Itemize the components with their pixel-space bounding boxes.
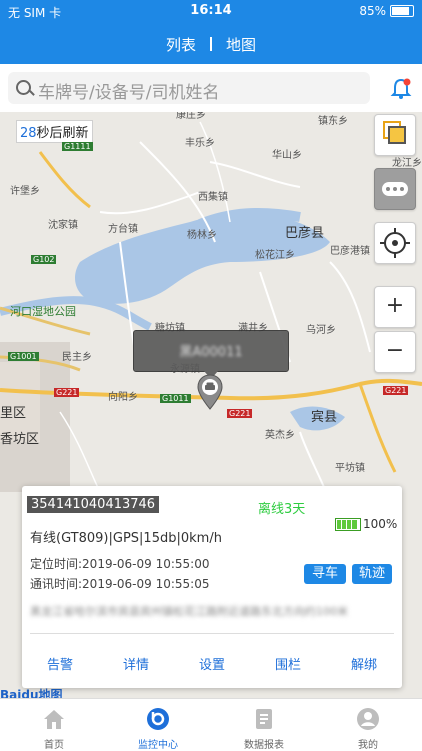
more-button[interactable]: [374, 168, 416, 210]
track-button[interactable]: 轨迹: [352, 564, 392, 584]
device-info: 有线(GT809)|GPS|15db|0km/h: [30, 531, 222, 546]
tab-mine[interactable]: 我的: [326, 699, 410, 751]
status-bar: 无 SIM 卡 16:14 85%: [0, 0, 422, 22]
profile-icon: [357, 708, 379, 730]
map-label: 巴彦县: [285, 226, 325, 241]
map-label: 里区: [0, 406, 27, 421]
map-label: 向阳乡: [108, 392, 138, 403]
layers-button[interactable]: [374, 114, 416, 156]
fence-button[interactable]: 围栏: [275, 654, 301, 673]
map-label: 香坊区: [0, 432, 40, 447]
locate-time: 定位时间:2019-06-09 10:55:00: [30, 557, 210, 571]
road-shield: G102: [31, 255, 57, 264]
find-car-button[interactable]: 寻车: [304, 564, 346, 584]
status-right: 85%: [359, 4, 414, 18]
nav-bar: 列表 地图: [0, 22, 422, 64]
battery-level: 100%: [363, 517, 398, 531]
map-label: 英杰乡: [265, 430, 295, 441]
plus-icon: +: [385, 293, 405, 318]
map-label: 杨林乡: [187, 230, 217, 241]
device-imei: 354141040413746: [27, 496, 160, 513]
tab-label: 监控中心: [138, 740, 178, 751]
crosshair-icon: [380, 228, 410, 258]
divider: [30, 633, 394, 634]
road-shield: G221: [227, 409, 253, 418]
vehicle-info-card: 354141040413746 离线3天 有线(GT809)|GPS|15db|…: [22, 486, 402, 688]
map-label: 平坊镇: [335, 463, 365, 474]
vehicle-tooltip[interactable]: 黑A00011: [133, 330, 289, 379]
map-label: 巴彦港镇: [330, 246, 370, 257]
map-label: 西集镇: [198, 192, 228, 203]
details-button[interactable]: 详情: [123, 654, 149, 673]
tab-home[interactable]: 首页: [12, 699, 96, 751]
settings-button[interactable]: 设置: [199, 654, 225, 673]
tab-divider: [210, 37, 212, 51]
battery-level-icon: [335, 518, 361, 531]
map-label: 松花江乡: [255, 250, 295, 261]
map-label: 民主乡: [62, 352, 92, 363]
refresh-seconds: 28: [20, 126, 37, 141]
map-label: 康庄乡: [176, 112, 206, 121]
tab-bar: 首页 监控中心 数据报表 我的: [0, 698, 422, 751]
search-row: 车牌号/设备号/司机姓名: [0, 64, 422, 113]
road-shield: G221: [383, 386, 409, 395]
layers-icon: [383, 121, 406, 144]
address: 黑龙江省哈尔滨市宾县宾州镇松花江路附近道路东北方向约100米: [30, 605, 348, 618]
report-icon: [256, 709, 272, 729]
comm-time: 通讯时间:2019-06-09 10:55:05: [30, 577, 210, 591]
map-label: 许堡乡: [10, 186, 40, 197]
map-label: 镇东乡: [318, 116, 348, 127]
road-shield: G1111: [62, 142, 93, 151]
minus-icon: −: [385, 338, 405, 363]
more-icon: [382, 182, 408, 196]
search-icon: [16, 80, 31, 95]
locate-button[interactable]: [374, 222, 416, 264]
battery-icon: [390, 5, 414, 17]
tab-label: 首页: [44, 740, 64, 751]
vehicle-plate: 黑A00011: [179, 345, 243, 360]
search-input[interactable]: 车牌号/设备号/司机姓名: [8, 72, 370, 104]
map-label: 华山乡: [272, 150, 302, 161]
tab-monitor[interactable]: 监控中心: [116, 699, 200, 751]
map-label: 宾县: [311, 410, 338, 425]
battery-percent: 85%: [359, 4, 386, 18]
tab-map[interactable]: 地图: [226, 36, 256, 54]
road-shield: G221: [54, 388, 80, 397]
tab-reports[interactable]: 数据报表: [222, 699, 306, 751]
zoom-in-button[interactable]: +: [374, 286, 416, 328]
card-actions: 告警 详情 设置 围栏 解绑: [22, 654, 402, 673]
home-icon: [44, 710, 64, 729]
road-shield: G1011: [160, 394, 191, 403]
tab-list[interactable]: 列表: [166, 36, 196, 54]
map-label: 方台镇: [108, 224, 138, 235]
map-label: 丰乐乡: [185, 138, 215, 149]
unbind-button[interactable]: 解绑: [351, 654, 377, 673]
status-badge: 离线3天: [258, 502, 306, 517]
map-label: 河口湿地公园: [10, 305, 76, 318]
bell-icon[interactable]: [388, 76, 414, 102]
tab-label: 我的: [358, 740, 378, 751]
map-label: 乌河乡: [306, 325, 336, 336]
monitor-icon: [147, 708, 169, 730]
zoom-out-button[interactable]: −: [374, 331, 416, 373]
vehicle-marker-icon[interactable]: [197, 374, 223, 410]
map-label: 沈家镇: [48, 220, 78, 231]
road-shield: G1001: [8, 352, 39, 361]
tab-label: 数据报表: [244, 740, 284, 751]
refresh-text: 秒后刷新: [36, 126, 89, 141]
alarm-button[interactable]: 告警: [47, 654, 73, 673]
search-placeholder: 车牌号/设备号/司机姓名: [38, 83, 220, 103]
refresh-countdown: 28秒后刷新: [16, 120, 93, 143]
